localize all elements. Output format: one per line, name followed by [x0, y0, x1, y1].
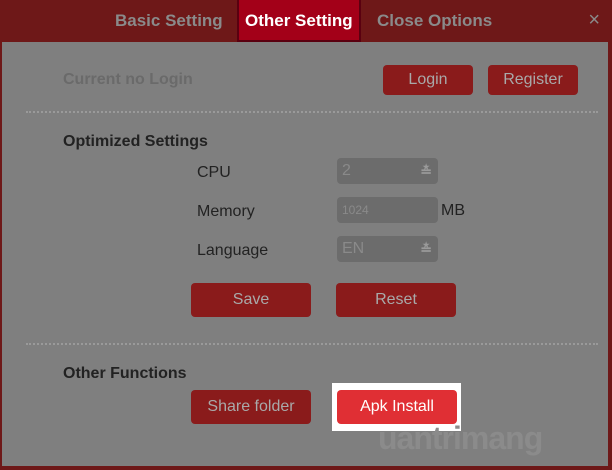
login-status: Current no Login	[63, 71, 193, 88]
apk-install-button[interactable]: Apk Install	[337, 390, 457, 424]
close-icon[interactable]: ×	[588, 9, 600, 32]
share-folder-button[interactable]: Share folder	[191, 390, 311, 424]
tab-bar: Basic Setting Other Setting Close Option…	[0, 0, 612, 42]
tab-basic-setting[interactable]: Basic Setting	[115, 0, 223, 42]
memory-input[interactable]: 1024	[337, 197, 438, 223]
other-functions-heading: Other Functions	[63, 365, 187, 382]
cpu-label: CPU	[197, 164, 231, 181]
reset-button[interactable]: Reset	[336, 283, 456, 317]
tab-other-setting[interactable]: Other Setting	[237, 0, 361, 42]
register-button[interactable]: Register	[488, 65, 578, 95]
cpu-select[interactable]: 2 ≛	[337, 158, 438, 184]
save-button[interactable]: Save	[191, 283, 311, 317]
divider	[26, 343, 598, 345]
chevron-down-icon: ≛	[420, 241, 432, 257]
chevron-down-icon: ≛	[420, 163, 432, 179]
divider	[26, 111, 598, 113]
tab-close-options[interactable]: Close Options	[377, 0, 492, 42]
language-select[interactable]: EN ≛	[337, 236, 438, 262]
memory-label: Memory	[197, 203, 255, 220]
memory-unit: MB	[441, 202, 465, 219]
cpu-value: 2	[342, 162, 351, 179]
watermark-logo: uantrimang	[378, 420, 543, 456]
login-button[interactable]: Login	[383, 65, 473, 95]
language-value: EN	[342, 240, 365, 257]
language-label: Language	[197, 242, 269, 259]
optimized-settings-heading: Optimized Settings	[63, 133, 208, 150]
